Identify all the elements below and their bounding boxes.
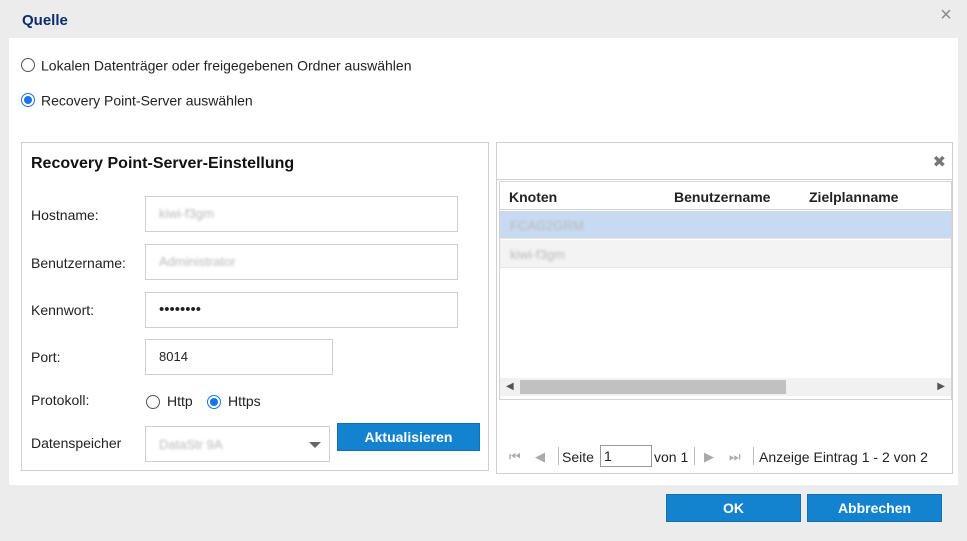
rps-settings-title: Recovery Point-Server-Einstellung (31, 155, 295, 172)
protocol-label: Protokoll: (31, 392, 90, 408)
column-header-plan[interactable]: Zielplanname (809, 189, 898, 205)
source-dialog: Quelle × Lokalen Datenträger oder freige… (0, 0, 967, 541)
pager-divider (753, 447, 754, 465)
prev-page-icon[interactable]: ◀ (535, 449, 545, 465)
node-search-input[interactable]: ✖ (497, 143, 952, 180)
radio-local-disk[interactable] (21, 58, 35, 73)
page-number-input[interactable]: 1 (600, 445, 652, 467)
datastore-select[interactable]: DataStr 9A (145, 426, 330, 462)
port-label: Port: (31, 349, 61, 365)
datastore-value: DataStr 9A (159, 437, 223, 452)
horizontal-scrollbar[interactable]: ◀ ▶ (500, 378, 951, 396)
protocol-https-label: Https (228, 393, 261, 409)
radio-rps[interactable] (21, 93, 35, 108)
dialog-content: Lokalen Datenträger oder freigegebenen O… (9, 38, 958, 485)
option-rps-label: Recovery Point-Server auswählen (41, 92, 253, 109)
password-label: Kennwort: (31, 302, 95, 318)
next-page-icon[interactable]: ▶ (704, 449, 714, 465)
username-value: Administrator (159, 254, 236, 269)
pager-divider (694, 447, 695, 465)
username-label: Benutzername: (31, 255, 126, 271)
protocol-http-label: Http (167, 393, 193, 409)
chevron-down-icon[interactable] (309, 442, 321, 448)
option-local-disk-label: Lokalen Datenträger oder freigegebenen O… (41, 57, 412, 74)
table-row[interactable]: kiwi-f3gm (500, 240, 951, 268)
dialog-titlebar: Quelle × (0, 0, 967, 38)
node-cell: kiwi-f3gm (510, 247, 565, 262)
radio-https[interactable] (207, 395, 221, 410)
node-grid: Knoten Benutzername Zielplanname FCAG2GR… (499, 181, 952, 400)
last-page-icon[interactable]: ⏭ (729, 449, 741, 465)
hostname-value: kiwi-f3gm (159, 206, 214, 221)
password-input[interactable]: •••••••• (145, 292, 458, 328)
pager-divider (558, 447, 559, 465)
hostname-input[interactable]: kiwi-f3gm (145, 196, 458, 232)
ok-button[interactable]: OK (666, 494, 801, 522)
password-value: •••••••• (159, 301, 202, 318)
node-panel: ✖ Knoten Benutzername Zielplanname FCAG2… (496, 142, 953, 474)
scroll-right-icon[interactable]: ▶ (937, 381, 945, 392)
option-local-disk[interactable]: Lokalen Datenträger oder freigegebenen O… (21, 56, 411, 73)
table-row[interactable]: FCAG2GRM (500, 211, 951, 239)
close-icon[interactable]: × (937, 5, 955, 25)
rps-settings-panel: Recovery Point-Server-Einstellung Hostna… (21, 142, 489, 471)
refresh-button[interactable]: Aktualisieren (337, 423, 480, 451)
grid-header: Knoten Benutzername Zielplanname (500, 182, 951, 210)
hostname-label: Hostname: (31, 207, 99, 223)
dialog-title: Quelle (22, 12, 68, 29)
cancel-button[interactable]: Abbrechen (807, 494, 942, 522)
option-rps[interactable]: Recovery Point-Server auswählen (21, 91, 253, 108)
page-label: Seite (562, 449, 594, 465)
clear-icon[interactable]: ✖ (933, 152, 946, 172)
username-input[interactable]: Administrator (145, 244, 458, 280)
scroll-left-icon[interactable]: ◀ (506, 381, 514, 392)
page-of-label: von 1 (654, 449, 689, 465)
port-value: 8014 (159, 349, 188, 364)
grid-pager: ⏮ ◀ Seite 1 von 1 ▶ ⏭ Anzeige Eintrag 1 … (499, 443, 952, 471)
datastore-label: Datenspeicher (31, 435, 122, 451)
pager-summary: Anzeige Eintrag 1 - 2 von 2 (759, 449, 928, 465)
port-input[interactable]: 8014 (145, 339, 333, 375)
first-page-icon[interactable]: ⏮ (509, 449, 521, 465)
column-header-node[interactable]: Knoten (509, 189, 557, 205)
radio-http[interactable] (146, 395, 160, 410)
protocol-http[interactable]: Http (146, 393, 193, 410)
column-header-username[interactable]: Benutzername (674, 189, 770, 205)
protocol-https[interactable]: Https (207, 393, 261, 410)
node-cell: FCAG2GRM (510, 218, 584, 233)
scrollbar-thumb[interactable] (520, 380, 786, 394)
